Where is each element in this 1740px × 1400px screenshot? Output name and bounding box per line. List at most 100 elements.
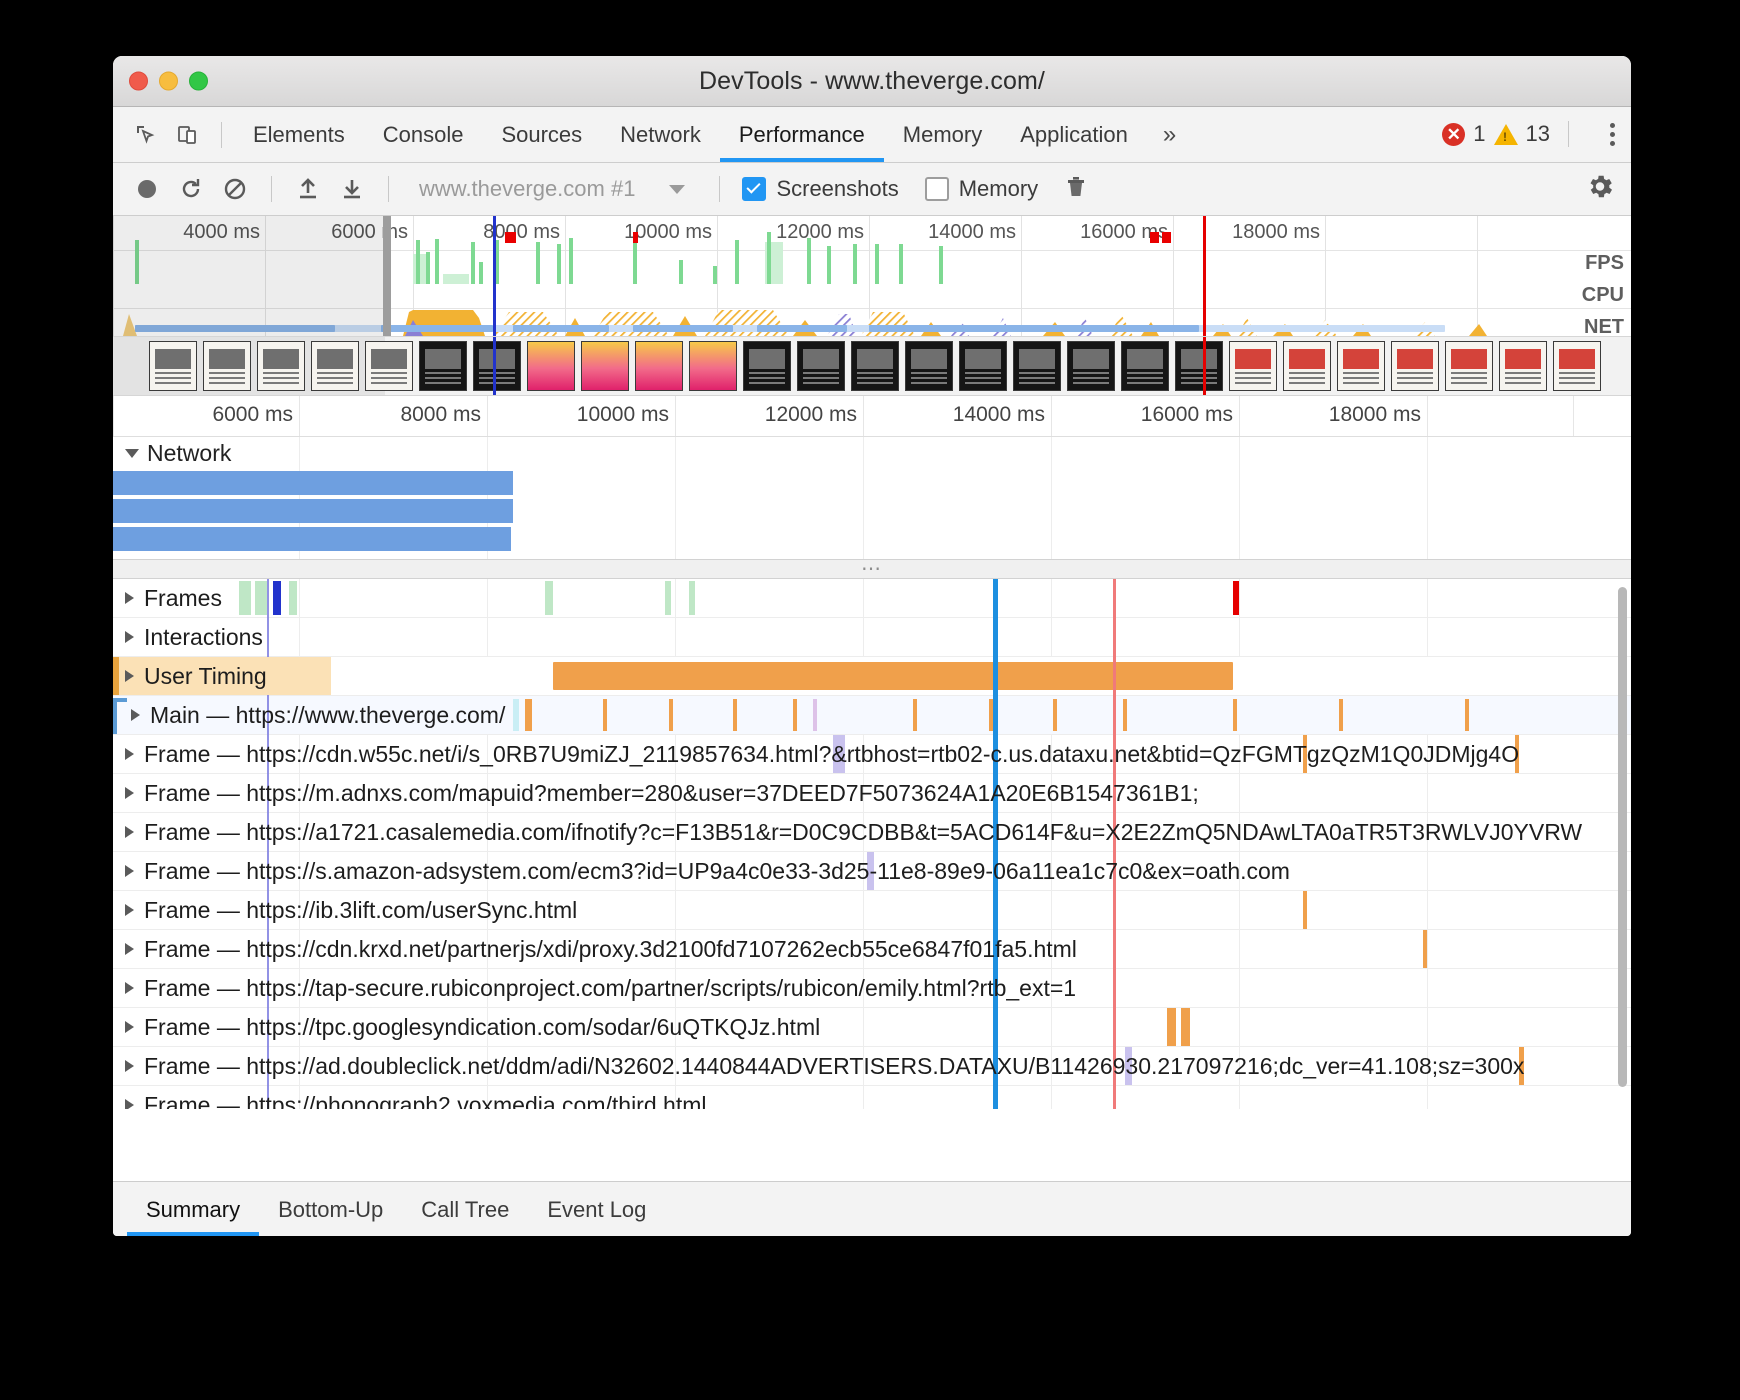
expand-frame-icon[interactable]	[125, 826, 134, 838]
filmstrip-frame[interactable]	[1553, 341, 1601, 391]
profile-selector[interactable]: www.theverge.com #1	[409, 176, 703, 202]
clear-recording-button[interactable]	[215, 169, 255, 209]
inspect-element-icon[interactable]	[125, 115, 167, 155]
tab-call-tree[interactable]: Call Tree	[402, 1183, 528, 1236]
track-frames[interactable]: Frames	[113, 579, 1631, 618]
expand-frame-icon[interactable]	[125, 787, 134, 799]
track-frame-row[interactable]: Frame — https://cdn.w55c.net/i/s_0RB7U9m…	[113, 735, 1631, 774]
filmstrip-frame[interactable]	[581, 341, 629, 391]
filmstrip-frame[interactable]	[1121, 341, 1169, 391]
network-request-bar[interactable]	[113, 527, 511, 551]
tab-network[interactable]: Network	[601, 108, 720, 162]
filmstrip-frame[interactable]	[1445, 341, 1493, 391]
save-profile-button[interactable]	[332, 169, 372, 209]
expand-interactions-icon[interactable]	[125, 631, 134, 643]
filmstrip-frame[interactable]	[419, 341, 467, 391]
more-tabs-icon[interactable]: »	[1147, 121, 1192, 149]
filmstrip-frame[interactable]	[365, 341, 413, 391]
filmstrip-frame[interactable]	[1175, 341, 1223, 391]
filmstrip-frame[interactable]	[1499, 341, 1547, 391]
expand-frame-icon[interactable]	[125, 1099, 134, 1109]
filmstrip-frame[interactable]	[203, 341, 251, 391]
perf-divider-1	[271, 176, 272, 202]
expand-main-icon[interactable]	[131, 709, 140, 721]
record-button[interactable]	[127, 169, 167, 209]
filmstrip-frame[interactable]	[743, 341, 791, 391]
network-request-bar[interactable]	[113, 499, 513, 523]
expand-frame-icon[interactable]	[125, 904, 134, 916]
issues-badges[interactable]: ✕ 1 13	[1442, 107, 1569, 161]
filmstrip-frame[interactable]	[689, 341, 737, 391]
tab-bottom-up[interactable]: Bottom-Up	[259, 1183, 402, 1236]
expand-frame-icon[interactable]	[125, 865, 134, 877]
filmstrip-cursor-blue	[493, 337, 496, 395]
tab-performance[interactable]: Performance	[720, 108, 884, 162]
track-frame-row[interactable]: Frame — https://tap-secure.rubiconprojec…	[113, 969, 1631, 1008]
load-profile-button[interactable]	[288, 169, 328, 209]
minimize-window-button[interactable]	[159, 72, 178, 91]
timeline-overview[interactable]: 2000 ms 4000 ms 6000 ms 8000 ms 10000 ms…	[113, 216, 1631, 337]
expand-frame-icon[interactable]	[125, 1060, 134, 1072]
tab-elements[interactable]: Elements	[234, 108, 364, 162]
user-timing-bar[interactable]	[553, 662, 1233, 690]
expand-frame-icon[interactable]	[125, 982, 134, 994]
filmstrip-frame[interactable]	[1013, 341, 1061, 391]
device-toolbar-icon[interactable]	[167, 115, 209, 155]
filmstrip-frame[interactable]	[905, 341, 953, 391]
overview-window-handle-left[interactable]	[383, 216, 391, 336]
expand-frame-icon[interactable]	[125, 943, 134, 955]
tab-application[interactable]: Application	[1001, 108, 1147, 162]
track-user-timing[interactable]: User Timing	[113, 657, 1631, 696]
track-frame-row[interactable]: Frame — https://ib.3lift.com/userSync.ht…	[113, 891, 1631, 930]
track-frame-row[interactable]: Frame — https://s.amazon-adsystem.com/ec…	[113, 852, 1631, 891]
close-window-button[interactable]	[129, 72, 148, 91]
filmstrip[interactable]	[113, 337, 1631, 396]
tab-console[interactable]: Console	[364, 108, 483, 162]
filmstrip-frame[interactable]	[1391, 341, 1439, 391]
track-frame-row[interactable]: Frame — https://a1721.casalemedia.com/if…	[113, 813, 1631, 852]
filmstrip-frame[interactable]	[149, 341, 197, 391]
filmstrip-frame[interactable]	[1229, 341, 1277, 391]
tab-event-log[interactable]: Event Log	[528, 1183, 665, 1236]
pane-splitter[interactable]: ⋯	[113, 559, 1631, 579]
track-frame-row[interactable]: Frame — https://ad.doubleclick.net/ddm/a…	[113, 1047, 1631, 1086]
track-frame-row[interactable]: Frame — https://m.adnxs.com/mapuid?membe…	[113, 774, 1631, 813]
expand-frame-icon[interactable]	[125, 748, 134, 760]
filmstrip-frame[interactable]	[959, 341, 1007, 391]
window-controls[interactable]	[129, 72, 208, 91]
timeline-ruler[interactable]: ms 6000 ms 8000 ms 10000 ms 12000 ms 140…	[113, 396, 1631, 437]
tab-memory[interactable]: Memory	[884, 108, 1001, 162]
expand-frames-icon[interactable]	[125, 592, 134, 604]
gear-icon[interactable]	[1585, 172, 1615, 207]
flame-chart[interactable]: Frames Interactions User Timing	[113, 579, 1631, 1109]
reload-and-record-button[interactable]	[171, 169, 211, 209]
filmstrip-frame[interactable]	[473, 341, 521, 391]
track-main[interactable]: Main — https://www.theverge.com/	[113, 696, 1631, 735]
filmstrip-frame[interactable]	[635, 341, 683, 391]
maximize-window-button[interactable]	[189, 72, 208, 91]
network-track[interactable]: Network	[113, 437, 1631, 559]
filmstrip-frame[interactable]	[797, 341, 845, 391]
filmstrip-frame[interactable]	[1337, 341, 1385, 391]
filmstrip-frame[interactable]	[257, 341, 305, 391]
main-menu-icon[interactable]	[1610, 107, 1615, 161]
filmstrip-frame[interactable]	[851, 341, 899, 391]
tab-summary[interactable]: Summary	[127, 1183, 259, 1236]
tab-sources[interactable]: Sources	[482, 108, 601, 162]
memory-checkbox[interactable]: Memory	[925, 176, 1038, 202]
track-interactions[interactable]: Interactions	[113, 618, 1631, 657]
filmstrip-frame[interactable]	[527, 341, 575, 391]
track-frame-row[interactable]: Frame — https://tpc.googlesyndication.co…	[113, 1008, 1631, 1047]
track-frame-row[interactable]: Frame — https://cdn.krxd.net/partnerjs/x…	[113, 930, 1631, 969]
expand-user-timing-icon[interactable]	[125, 670, 134, 682]
track-frame-row[interactable]: Frame — https://phonograph2.voxmedia.com…	[113, 1086, 1631, 1109]
trash-icon[interactable]	[1064, 174, 1088, 205]
network-group-header[interactable]: Network	[113, 437, 231, 469]
expand-frame-icon[interactable]	[125, 1021, 134, 1033]
screenshots-checkbox[interactable]: Screenshots	[742, 176, 898, 202]
flame-scrollbar[interactable]	[1618, 587, 1627, 1087]
filmstrip-frame[interactable]	[1067, 341, 1115, 391]
filmstrip-frame[interactable]	[311, 341, 359, 391]
network-request-bar[interactable]	[113, 471, 513, 495]
filmstrip-frame[interactable]	[1283, 341, 1331, 391]
